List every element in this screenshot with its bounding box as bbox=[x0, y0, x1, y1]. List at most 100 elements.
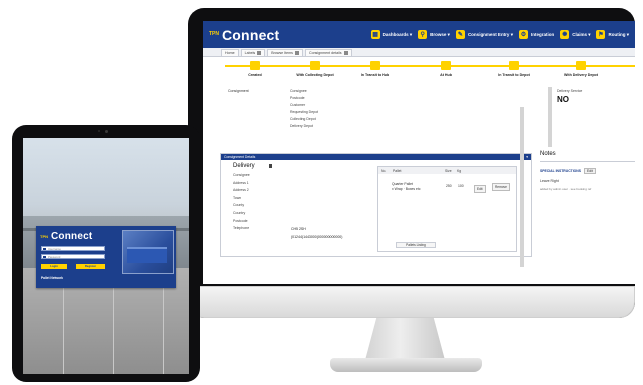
field-label: Address 1 bbox=[233, 180, 249, 185]
step-label: Created bbox=[248, 73, 262, 77]
pallet-kg: 100 bbox=[458, 184, 464, 188]
tab-home[interactable]: Home bbox=[221, 49, 239, 56]
field-label: Address 2 bbox=[233, 188, 249, 193]
step-marker bbox=[250, 61, 260, 70]
consignment-label: Consignment bbox=[228, 89, 249, 93]
col-header: Kg bbox=[457, 168, 462, 173]
monitor-stand bbox=[364, 318, 446, 362]
nav-browse[interactable]: ⚲ Browse ▾ bbox=[418, 30, 450, 39]
nav-consignment-entry[interactable]: ✎ Consignment Entry ▾ bbox=[455, 30, 513, 39]
remove-pallet-button[interactable]: Remove bbox=[492, 183, 510, 191]
scrollbar[interactable] bbox=[548, 87, 552, 147]
notes-tag: SPECIAL INSTRUCTIONS Edit bbox=[540, 168, 635, 174]
scrollbar[interactable] bbox=[520, 107, 524, 267]
nav-routing[interactable]: ⚑ Routing ▾ bbox=[596, 30, 629, 39]
pin-icon: ⚑ bbox=[596, 30, 606, 39]
login-button[interactable]: Login bbox=[41, 264, 67, 269]
field-label: Telephone bbox=[233, 226, 250, 231]
delivery-service-label: Delivery Service bbox=[557, 89, 583, 93]
network-link[interactable]: Pallet Network bbox=[41, 276, 63, 280]
yard-line bbox=[63, 288, 64, 374]
tab-consignment-details[interactable]: Consignment details bbox=[304, 49, 352, 56]
logo-tpn-mark: TPN bbox=[209, 31, 219, 37]
field-label: Town bbox=[233, 195, 242, 200]
badge-icon: ✺ bbox=[560, 30, 570, 39]
field-label: Country bbox=[233, 210, 246, 215]
edit-note-button[interactable]: Edit bbox=[584, 168, 596, 174]
step-marker bbox=[310, 61, 320, 70]
tab-labels-label: Labels bbox=[244, 51, 256, 55]
notes-title: Notes bbox=[540, 151, 556, 157]
nav-claims-label: Claims ▾ bbox=[572, 31, 591, 37]
app-logo[interactable]: TPN Connect bbox=[209, 27, 279, 43]
login-card: TPN Connect Username Password Login Regi… bbox=[36, 226, 176, 288]
nav-claims[interactable]: ✺ Claims ▾ bbox=[560, 30, 590, 39]
edit-pallet-button[interactable]: Edit bbox=[474, 185, 486, 193]
close-icon[interactable] bbox=[343, 51, 348, 55]
step-marker bbox=[441, 61, 451, 70]
step-marker bbox=[370, 61, 380, 70]
progress-step: In Transit to Depot bbox=[484, 61, 544, 77]
table-row: Quarter Pallet x Wrap · Boxes etc 250 10… bbox=[392, 182, 464, 191]
tab-browse-items[interactable]: Browse Items bbox=[267, 49, 303, 56]
pallets-header: No. Pallet Size Kg bbox=[378, 167, 516, 174]
login-logo: TPN Connect bbox=[40, 231, 92, 242]
info-row: Requesting Depot bbox=[290, 110, 319, 114]
close-icon[interactable] bbox=[257, 51, 262, 55]
address-labels: Consignee Address 1 Address 2 Town Count… bbox=[233, 173, 250, 234]
panel-header: Consignment Details ▾ bbox=[221, 154, 531, 160]
field-label: Postcode bbox=[233, 218, 248, 223]
delivery-service: Delivery Service NO bbox=[557, 89, 582, 104]
tab-labels[interactable]: Labels bbox=[240, 49, 266, 56]
logo-tpn-mark: TPN bbox=[40, 233, 48, 239]
pen-icon: ✎ bbox=[455, 30, 465, 39]
progress-step: Created bbox=[225, 61, 285, 77]
progress-step: With Delivery Depot bbox=[551, 61, 611, 77]
collapse-icon[interactable]: ▾ bbox=[526, 155, 528, 159]
nav-consignment-entry-label: Consignment Entry ▾ bbox=[467, 31, 513, 37]
postcode-value: CH5 2SH bbox=[291, 227, 306, 231]
info-row: Customer bbox=[290, 103, 306, 107]
notes-panel: Notes SPECIAL INSTRUCTIONS Edit Leave Rig… bbox=[540, 151, 635, 191]
nav-dashboards[interactable]: ▦ Dashboards ▾ bbox=[370, 30, 413, 39]
tab-consignment-details-label: Consignment details bbox=[308, 51, 342, 55]
col-header: Pallet bbox=[393, 168, 402, 173]
nav-integration-label: Integration bbox=[530, 32, 555, 37]
tab-bar: Home Labels Browse Items Consignment det… bbox=[203, 48, 635, 57]
nav-integration[interactable]: ⚙ Integration bbox=[518, 30, 555, 39]
tab-home-label: Home bbox=[225, 51, 235, 55]
close-icon[interactable] bbox=[294, 51, 299, 55]
step-label: In Transit to Depot bbox=[498, 73, 530, 77]
trash-icon[interactable] bbox=[268, 164, 272, 168]
field-label: County bbox=[233, 203, 245, 208]
nav-browse-label: Browse ▾ bbox=[430, 31, 450, 37]
pallet-desc: x Wrap · Boxes etc bbox=[392, 186, 421, 191]
step-marker bbox=[576, 61, 586, 70]
app-header: TPN Connect ▦ Dashboards ▾ ⚲ Browse ▾ ✎ Con… bbox=[203, 21, 635, 48]
nav-routing-label: Routing ▾ bbox=[608, 31, 629, 37]
password-field[interactable]: Password bbox=[41, 254, 105, 259]
gears-icon: ⚙ bbox=[518, 30, 528, 39]
step-label: In Transit to Hub bbox=[360, 73, 390, 77]
yard-line bbox=[163, 288, 164, 374]
divider bbox=[540, 161, 635, 162]
delivery-service-value: NO bbox=[557, 95, 569, 104]
search-icon: ⚲ bbox=[418, 30, 428, 39]
col-header: No. bbox=[381, 168, 387, 173]
username-field[interactable]: Username bbox=[41, 246, 105, 251]
register-button[interactable]: Register bbox=[76, 264, 105, 269]
dashboard-icon: ▦ bbox=[370, 30, 380, 39]
logo-connect-text: Connect bbox=[222, 26, 280, 43]
delivery-title: Delivery bbox=[233, 163, 255, 169]
pallets-listing-button[interactable]: Pallets Listing bbox=[396, 242, 436, 248]
step-label: At Hub bbox=[440, 73, 452, 77]
desktop-screen: TPN Connect ▦ Dashboards ▾ ⚲ Browse ▾ ✎ Con… bbox=[203, 21, 635, 284]
col-header: Size bbox=[445, 168, 452, 173]
info-row: Delivery Depot bbox=[290, 124, 313, 128]
step-marker bbox=[509, 61, 519, 70]
panel-title: Consignment Details bbox=[224, 155, 256, 159]
consignment-details-panel: Consignment Details ▾ Delivery Consignee … bbox=[220, 153, 532, 257]
nav-dashboards-label: Dashboards ▾ bbox=[382, 31, 413, 37]
consignment-info: Consignment Consignee Postcode Customer … bbox=[220, 87, 635, 149]
info-row: Collecting Depot bbox=[290, 117, 316, 121]
